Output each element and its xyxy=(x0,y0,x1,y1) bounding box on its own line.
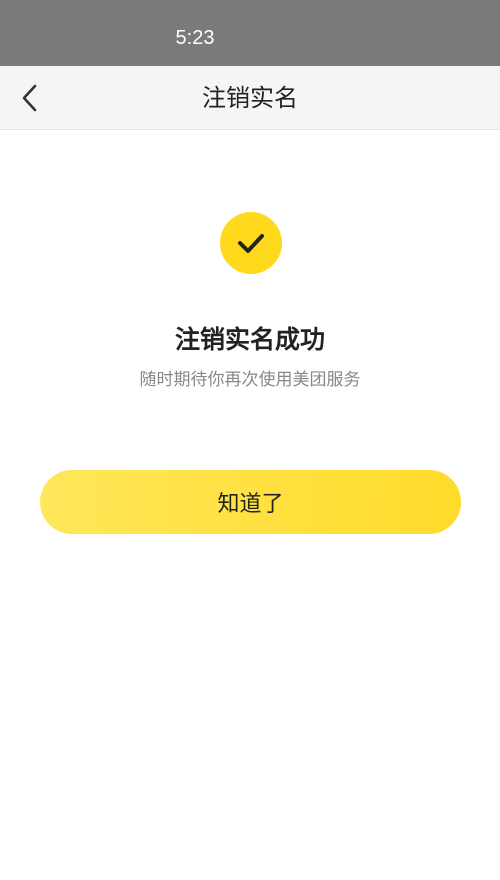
chevron-left-icon xyxy=(22,84,37,112)
status-bar: 5:23 xyxy=(0,0,500,66)
checkmark-icon xyxy=(238,234,264,253)
status-time: 5:23 xyxy=(175,27,215,49)
success-title: 注销实名成功 xyxy=(174,325,325,354)
got-it-button[interactable]: 知道了 xyxy=(40,470,461,534)
back-button[interactable] xyxy=(10,78,50,118)
page-title: 注销实名 xyxy=(202,84,298,112)
success-badge xyxy=(220,212,282,274)
success-subtitle: 随时期待你再次使用美团服务 xyxy=(139,370,361,390)
navigation-bar: 注销实名 xyxy=(0,66,500,130)
